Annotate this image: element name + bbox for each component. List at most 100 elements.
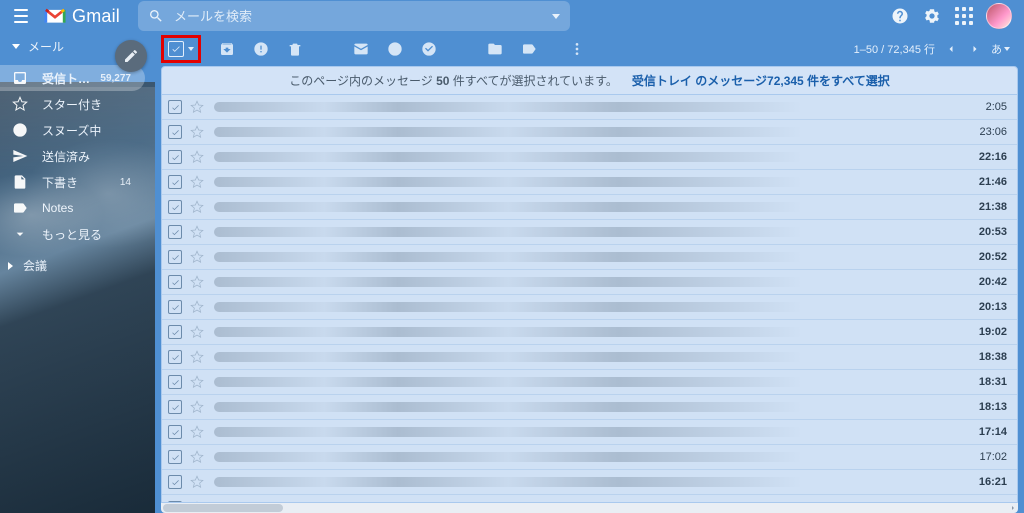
search-input[interactable] xyxy=(174,9,544,24)
message-time: 20:42 xyxy=(963,276,1007,288)
gmail-m-icon xyxy=(44,8,66,24)
banner-before: このページ内のメッセージ xyxy=(289,74,436,88)
row-checkbox[interactable] xyxy=(168,350,182,364)
star-icon[interactable] xyxy=(190,400,204,414)
main-menu-icon[interactable] xyxy=(12,7,30,25)
page-prev-icon[interactable] xyxy=(943,41,959,57)
row-checkbox[interactable] xyxy=(168,450,182,464)
message-row[interactable]: 23:06 xyxy=(162,120,1017,145)
report-spam-icon[interactable] xyxy=(253,41,269,57)
row-checkbox[interactable] xyxy=(168,325,182,339)
sidebar-item-more[interactable]: もっと見る xyxy=(0,221,145,247)
row-checkbox[interactable] xyxy=(168,400,182,414)
message-row[interactable]: 20:53 xyxy=(162,220,1017,245)
account-avatar[interactable] xyxy=(986,3,1012,29)
star-icon[interactable] xyxy=(190,250,204,264)
star-icon[interactable] xyxy=(190,150,204,164)
message-row[interactable]: 18:38 xyxy=(162,345,1017,370)
chevron-down-icon xyxy=(1004,47,1010,51)
toolbar-right: 1–50 / 72,345 行 あ xyxy=(854,41,1010,57)
sidebar-item-label: もっと見る xyxy=(42,226,131,243)
select-all-in-label-link[interactable]: 受信トレイ のメッセージ72,345 件をすべて選択 xyxy=(632,72,890,89)
archive-icon[interactable] xyxy=(219,41,235,57)
row-checkbox[interactable] xyxy=(168,200,182,214)
star-icon[interactable] xyxy=(190,300,204,314)
message-row[interactable]: 16:21 xyxy=(162,470,1017,495)
message-row[interactable]: 20:13 xyxy=(162,295,1017,320)
search-box[interactable] xyxy=(138,1,570,31)
star-icon[interactable] xyxy=(190,225,204,239)
snooze-icon[interactable] xyxy=(387,41,403,57)
row-checkbox[interactable] xyxy=(168,275,182,289)
page-next-icon[interactable] xyxy=(967,41,983,57)
message-row[interactable]: 18:31 xyxy=(162,370,1017,395)
row-checkbox[interactable] xyxy=(168,100,182,114)
star-icon[interactable] xyxy=(190,175,204,189)
star-icon[interactable] xyxy=(190,200,204,214)
horizontal-scrollbar[interactable] xyxy=(161,503,1018,513)
message-row[interactable]: 17:14 xyxy=(162,420,1017,445)
star-icon[interactable] xyxy=(190,425,204,439)
input-toggle[interactable]: あ xyxy=(991,41,1010,57)
row-checkbox[interactable] xyxy=(168,475,182,489)
select-all-checkbox[interactable] xyxy=(168,41,184,57)
star-icon[interactable] xyxy=(190,275,204,289)
star-icon[interactable] xyxy=(190,125,204,139)
add-task-icon[interactable] xyxy=(421,41,437,57)
sidebar-section-meet[interactable]: 会議 xyxy=(0,247,155,274)
select-menu-caret-icon[interactable] xyxy=(188,47,194,51)
message-row[interactable]: 22:16 xyxy=(162,145,1017,170)
star-icon[interactable] xyxy=(190,475,204,489)
action-toolbar: 1–50 / 72,345 行 あ xyxy=(155,32,1024,66)
row-checkbox[interactable] xyxy=(168,225,182,239)
scrollbar-right-icon[interactable] xyxy=(1008,503,1018,513)
message-row[interactable]: 20:42 xyxy=(162,270,1017,295)
message-time: 18:31 xyxy=(963,376,1007,388)
star-icon[interactable] xyxy=(190,100,204,114)
message-preview-redacted xyxy=(214,252,949,262)
app-name: Gmail xyxy=(72,6,120,27)
support-icon[interactable] xyxy=(886,2,914,30)
message-time: 18:13 xyxy=(963,401,1007,413)
star-icon[interactable] xyxy=(190,350,204,364)
star-icon[interactable] xyxy=(190,450,204,464)
delete-icon[interactable] xyxy=(287,41,303,57)
compose-button[interactable] xyxy=(115,40,147,72)
row-checkbox[interactable] xyxy=(168,425,182,439)
sidebar-item-count: 59,277 xyxy=(100,73,131,84)
labels-icon[interactable] xyxy=(521,41,537,57)
star-icon[interactable] xyxy=(190,375,204,389)
sidebar-item-starred[interactable]: スター付き xyxy=(0,91,145,117)
scrollbar-thumb[interactable] xyxy=(163,504,283,512)
search-options-caret-icon[interactable] xyxy=(552,14,560,19)
row-checkbox[interactable] xyxy=(168,175,182,189)
message-row[interactable]: 19:02 xyxy=(162,320,1017,345)
sidebar-item-snoozed[interactable]: スヌーズ中 xyxy=(0,117,145,143)
move-to-icon[interactable] xyxy=(487,41,503,57)
google-apps-icon[interactable] xyxy=(950,2,978,30)
message-row[interactable]: 20:52 xyxy=(162,245,1017,270)
more-icon[interactable] xyxy=(569,41,585,57)
mark-read-icon[interactable] xyxy=(353,41,369,57)
sidebar-item-drafts[interactable]: 下書き14 xyxy=(0,169,145,195)
message-time: 23:06 xyxy=(963,126,1007,138)
message-row[interactable]: 21:46 xyxy=(162,170,1017,195)
message-preview-redacted xyxy=(214,452,949,462)
message-row[interactable]: 17:02 xyxy=(162,445,1017,470)
row-checkbox[interactable] xyxy=(168,250,182,264)
message-row[interactable]: 21:38 xyxy=(162,195,1017,220)
sidebar-item-notes[interactable]: Notes xyxy=(0,195,145,221)
row-checkbox[interactable] xyxy=(168,300,182,314)
row-checkbox[interactable] xyxy=(168,150,182,164)
row-checkbox[interactable] xyxy=(168,125,182,139)
row-checkbox[interactable] xyxy=(168,375,182,389)
sidebar-item-sent[interactable]: 送信済み xyxy=(0,143,145,169)
message-preview-redacted xyxy=(214,477,949,487)
message-row[interactable]: 2:05 xyxy=(162,95,1017,120)
star-icon[interactable] xyxy=(190,325,204,339)
message-preview-redacted xyxy=(214,427,949,437)
settings-gear-icon[interactable] xyxy=(918,2,946,30)
message-row[interactable]: 18:13 xyxy=(162,395,1017,420)
gmail-logo[interactable]: Gmail xyxy=(44,6,120,27)
message-row[interactable]: 16:20 xyxy=(162,495,1017,503)
